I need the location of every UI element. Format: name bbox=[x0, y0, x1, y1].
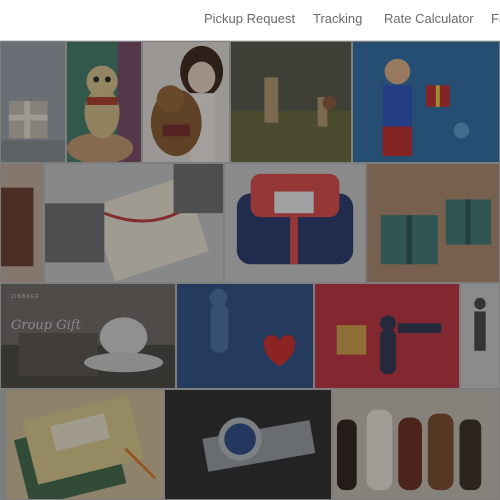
gallery-tile-gift-in-hands[interactable] bbox=[44, 163, 224, 283]
gallery-tile-wristwatch[interactable] bbox=[164, 389, 332, 500]
gallery-tile-wooden-mannequin-heart[interactable] bbox=[176, 283, 314, 389]
gallery-tile-brown-box[interactable] bbox=[0, 163, 44, 283]
nav-link-pickup-request[interactable]: Pickup Request bbox=[204, 11, 295, 26]
nav-link-rate-calculator[interactable]: Rate Calculator bbox=[384, 11, 474, 26]
top-navigation-bar: Pickup Request Tracking Rate Calculator … bbox=[0, 0, 500, 41]
gallery-tile-doll-teddy[interactable] bbox=[142, 41, 230, 163]
gallery-tile-toy-bear[interactable] bbox=[66, 41, 142, 163]
gallery-tile-vintage-shoes[interactable] bbox=[332, 389, 500, 500]
gallery-tile-superhero-figure[interactable] bbox=[352, 41, 500, 163]
brand-tag: ZIBBAGE bbox=[11, 294, 40, 300]
group-gift-label: Group Gift bbox=[11, 318, 81, 333]
nav-link-truncated[interactable]: Fa bbox=[491, 11, 500, 26]
gallery-tile-mannequin-gift-red[interactable] bbox=[314, 283, 460, 389]
gallery-tile-teal-boxes[interactable] bbox=[366, 163, 500, 283]
gallery-tile-fabric-gift-box[interactable] bbox=[6, 389, 164, 500]
gallery-tile-wrapped-gift[interactable] bbox=[0, 41, 66, 163]
gallery-tile-polka-dot-gift[interactable] bbox=[224, 163, 366, 283]
photo-gallery: ZIBBAGE Group Gift bbox=[0, 41, 500, 500]
gallery-tile-small-figure[interactable] bbox=[460, 283, 500, 389]
nav-link-tracking[interactable]: Tracking bbox=[313, 11, 362, 26]
gallery-tile-paper-figures[interactable] bbox=[230, 41, 352, 163]
gallery-tile-group-gift[interactable]: ZIBBAGE Group Gift bbox=[0, 283, 176, 389]
